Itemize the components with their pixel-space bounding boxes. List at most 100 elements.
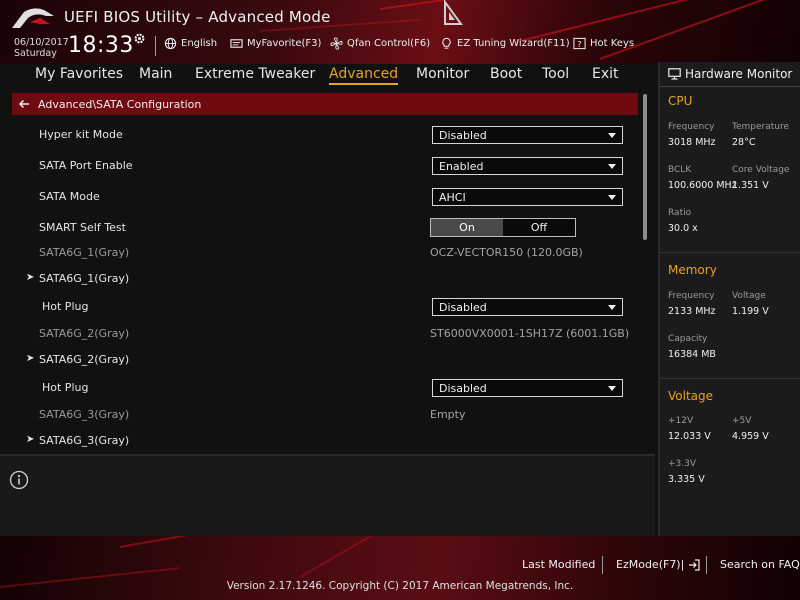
hot-keys-label: Hot Keys [590, 38, 635, 49]
sata6g-1-hot-plug-dropdown[interactable]: Disabled [432, 298, 623, 316]
sata6g-1-hot-plug-label: Hot Plug [42, 300, 89, 313]
sata-port-enable-dropdown[interactable]: Enabled [432, 157, 623, 175]
cpu-core-voltage-value: 1.351 V [732, 180, 769, 191]
tab-monitor[interactable]: Monitor [416, 66, 469, 82]
cpu-core-voltage-label: Core Voltage [732, 165, 790, 175]
tab-exit[interactable]: Exit [592, 66, 619, 82]
republic-triangle-icon [444, 0, 463, 25]
sata6g-2-label: SATA6G_2(Gray) [39, 327, 130, 340]
voltage-5v-value: 4.959 V [732, 431, 769, 442]
last-modified-label: Last Modified [522, 558, 596, 571]
cpu-frequency-label: Frequency [668, 122, 715, 132]
sata6g-1-hot-plug-value: Disabled [439, 300, 487, 314]
voltage-12v-label: +12V [668, 416, 694, 426]
sata6g-3-expander[interactable]: SATA6G_3(Gray) [39, 434, 129, 447]
last-modified-button[interactable]: Last Modified [522, 558, 595, 571]
sata6g-1-expander[interactable]: SATA6G_1(Gray) [39, 272, 129, 285]
day-display: Saturday [14, 48, 57, 59]
sata6g-2-hot-plug-label: Hot Plug [42, 381, 89, 394]
date-display: 06/10/2017 [14, 37, 69, 48]
version-copyright: Version 2.17.1246. Copyright (C) 2017 Am… [226, 580, 574, 592]
qfan-control-label: Qfan Control(F6) [347, 38, 431, 49]
sata-mode-value: AHCI [439, 190, 466, 204]
rog-logo-icon [12, 8, 54, 28]
ezmode-label: EzMode(F7)| [616, 558, 685, 571]
hyper-kit-mode-dropdown[interactable]: Disabled [432, 126, 623, 144]
caret-down-icon [608, 132, 616, 138]
tab-tool[interactable]: Tool [542, 66, 569, 82]
voltage-3v3-value: 3.335 V [668, 474, 705, 485]
language-label: English [181, 38, 218, 49]
question-icon: ? [573, 37, 586, 50]
cpu-temperature-value: 28°C [732, 137, 756, 148]
sata-port-enable-value: Enabled [439, 159, 484, 173]
expand-arrow-icon: ➤ [26, 353, 35, 364]
memory-heading: Memory [668, 263, 717, 277]
back-arrow-icon[interactable] [18, 98, 30, 110]
memory-capacity-label: Capacity [668, 334, 708, 344]
favorite-icon [230, 39, 243, 48]
voltage-heading: Voltage [668, 389, 714, 403]
cpu-bclk-value: 100.6000 MHz [668, 180, 737, 191]
smart-self-test-label: SMART Self Test [39, 221, 126, 234]
toggle-on-option[interactable]: On [431, 219, 503, 236]
tab-boot[interactable]: Boot [490, 66, 522, 82]
hyper-kit-mode-label: Hyper kit Mode [39, 128, 123, 141]
cpu-bclk-label: BCLK [668, 165, 692, 175]
memory-voltage-value: 1.199 V [732, 306, 769, 317]
caret-down-icon [608, 194, 616, 200]
app-title: UEFI BIOS Utility – Advanced Mode [64, 8, 331, 26]
clock-display: 18:33 [68, 33, 134, 58]
myfavorite-label: MyFavorite(F3) [247, 38, 322, 49]
sata6g-2-hot-plug-dropdown[interactable]: Disabled [432, 379, 623, 397]
tab-main[interactable]: Main [139, 66, 172, 82]
voltage-12v-value: 12.033 V [668, 431, 711, 442]
breadcrumb[interactable]: Advanced\SATA Configuration [12, 93, 638, 115]
footer-divider [602, 556, 603, 574]
expand-arrow-icon: ➤ [26, 434, 35, 445]
hw-separator [660, 378, 800, 379]
sata6g-2-device: ST6000VX0001-1SH17Z (6001.1GB) [430, 327, 630, 340]
main-nav: My Favorites Main Extreme Tweaker Advanc… [0, 64, 655, 88]
memory-voltage-label: Voltage [732, 291, 766, 301]
tab-advanced[interactable]: Advanced [329, 66, 399, 85]
search-faq-button[interactable]: Search on FAQ [720, 558, 800, 571]
sata-mode-dropdown[interactable]: AHCI [432, 188, 623, 206]
hardware-monitor-title: Hardware Monitor [668, 67, 792, 81]
sata6g-3-label: SATA6G_3(Gray) [39, 408, 130, 421]
sata6g-1-device: OCZ-VECTOR150 (120.0GB) [430, 246, 583, 259]
smart-self-test-toggle[interactable]: On Off [430, 218, 576, 237]
hyper-kit-mode-value: Disabled [439, 128, 487, 142]
header-bar: UEFI BIOS Utility – Advanced Mode 06/10/… [0, 0, 800, 64]
sata6g-2-expander[interactable]: SATA6G_2(Gray) [39, 353, 129, 366]
ezmode-button[interactable]: EzMode(F7)| [616, 558, 700, 571]
footer-divider [706, 556, 707, 574]
voltage-3v3-label: +3.3V [668, 459, 697, 469]
myfavorite-button[interactable]: MyFavorite(F3) [230, 37, 321, 50]
tab-extreme-tweaker[interactable]: Extreme Tweaker [195, 66, 315, 82]
exit-arrow-icon [689, 558, 700, 571]
ez-tuning-wizard-button[interactable]: EZ Tuning Wizard(F11) [440, 37, 570, 50]
svg-text:?: ? [577, 39, 581, 49]
search-faq-label: Search on FAQ [720, 558, 800, 571]
sata6g-3-device: Empty [430, 408, 466, 421]
settings-scrollbar[interactable] [643, 94, 647, 240]
settings-panel: Advanced\SATA Configuration Hyper kit Mo… [0, 90, 655, 450]
hardware-monitor-panel: Hardware Monitor CPU Frequency Temperatu… [658, 62, 800, 536]
caret-down-icon [608, 163, 616, 169]
tab-my-favorites[interactable]: My Favorites [35, 66, 123, 82]
sata6g-2-hot-plug-value: Disabled [439, 381, 487, 395]
cpu-ratio-label: Ratio [668, 208, 692, 218]
qfan-control-button[interactable]: Qfan Control(F6) [330, 37, 430, 50]
hot-keys-button[interactable]: ? Hot Keys [573, 37, 634, 50]
info-icon [9, 470, 29, 490]
toggle-off-option[interactable]: Off [503, 219, 575, 236]
gear-icon[interactable] [133, 32, 146, 45]
hardware-monitor-title-text: Hardware Monitor [685, 67, 793, 81]
memory-frequency-label: Frequency [668, 291, 715, 301]
sata-mode-label: SATA Mode [39, 190, 100, 203]
language-button[interactable]: English [164, 37, 217, 50]
sata6g-1-label: SATA6G_1(Gray) [39, 246, 130, 259]
memory-capacity-value: 16384 MB [668, 349, 716, 360]
fan-icon [330, 37, 343, 50]
